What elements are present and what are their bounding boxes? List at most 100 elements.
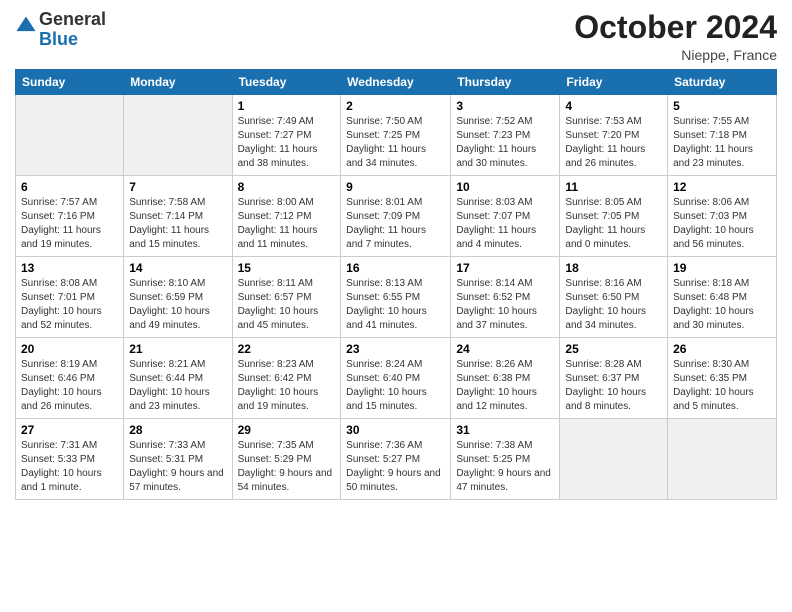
- day-number: 1: [238, 99, 336, 113]
- day-info: Sunrise: 8:28 AM Sunset: 6:37 PM Dayligh…: [565, 358, 662, 414]
- week-row-2: 6 Sunrise: 7:57 AM Sunset: 7:16 PM Daylig…: [16, 176, 777, 257]
- day-number: 28: [129, 423, 226, 437]
- day-number: 27: [21, 423, 118, 437]
- location-subtitle: Nieppe, France: [574, 47, 777, 63]
- week-row-5: 27 Sunrise: 7:31 AM Sunset: 5:33 PM Dayli…: [16, 419, 777, 500]
- week-row-3: 13Sunrise: 8:08 AM Sunset: 7:01 PM Dayli…: [16, 257, 777, 338]
- day-cell: 20Sunrise: 8:19 AM Sunset: 6:46 PM Dayli…: [16, 338, 124, 419]
- day-info: Sunrise: 7:53 AM Sunset: 7:20 PM Dayligh…: [565, 115, 662, 171]
- day-number: 26: [673, 342, 771, 356]
- day-info: Sunrise: 7:50 AM Sunset: 7:25 PM Dayligh…: [346, 115, 445, 171]
- page: General Blue October 2024 Nieppe, France…: [0, 0, 792, 612]
- day-cell: 19Sunrise: 8:18 AM Sunset: 6:48 PM Dayli…: [668, 257, 777, 338]
- day-info: Sunrise: 8:06 AM Sunset: 7:03 PM Dayligh…: [673, 196, 771, 252]
- day-cell: 27 Sunrise: 7:31 AM Sunset: 5:33 PM Dayli…: [16, 419, 124, 500]
- day-number: 9: [346, 180, 445, 194]
- day-info: Sunrise: 7:57 AM Sunset: 7:16 PM Dayligh…: [21, 196, 118, 252]
- col-sunday: Sunday: [16, 70, 124, 95]
- day-info: Sunrise: 8:05 AM Sunset: 7:05 PM Dayligh…: [565, 196, 662, 252]
- day-number: 25: [565, 342, 662, 356]
- day-cell: 11 Sunrise: 8:05 AM Sunset: 7:05 PM Dayli…: [560, 176, 668, 257]
- day-cell: 13Sunrise: 8:08 AM Sunset: 7:01 PM Dayli…: [16, 257, 124, 338]
- day-cell: 14 Sunrise: 8:10 AM Sunset: 6:59 PM Dayli…: [124, 257, 232, 338]
- day-number: 12: [673, 180, 771, 194]
- day-number: 31: [456, 423, 554, 437]
- week-row-1: 1 Sunrise: 7:49 AM Sunset: 7:27 PM Daylig…: [16, 95, 777, 176]
- day-cell: 23 Sunrise: 8:24 AM Sunset: 6:40 PM Dayli…: [341, 338, 451, 419]
- title-area: October 2024 Nieppe, France: [574, 10, 777, 63]
- day-cell: 8Sunrise: 8:00 AM Sunset: 7:12 PM Daylig…: [232, 176, 341, 257]
- day-cell: 30 Sunrise: 7:36 AM Sunset: 5:27 PM Dayli…: [341, 419, 451, 500]
- day-info: Sunrise: 8:21 AM Sunset: 6:44 PM Dayligh…: [129, 358, 226, 414]
- day-cell: 21Sunrise: 8:21 AM Sunset: 6:44 PM Dayli…: [124, 338, 232, 419]
- day-number: 3: [456, 99, 554, 113]
- day-info: Sunrise: 8:24 AM Sunset: 6:40 PM Dayligh…: [346, 358, 445, 414]
- day-info: Sunrise: 8:10 AM Sunset: 6:59 PM Dayligh…: [129, 277, 226, 333]
- day-number: 24: [456, 342, 554, 356]
- day-number: 22: [238, 342, 336, 356]
- day-info: Sunrise: 8:19 AM Sunset: 6:46 PM Dayligh…: [21, 358, 118, 414]
- logo-icon: [15, 15, 37, 37]
- day-number: 11: [565, 180, 662, 194]
- day-info: Sunrise: 7:58 AM Sunset: 7:14 PM Dayligh…: [129, 196, 226, 252]
- day-info: Sunrise: 7:33 AM Sunset: 5:31 PM Dayligh…: [129, 439, 226, 495]
- day-info: Sunrise: 8:16 AM Sunset: 6:50 PM Dayligh…: [565, 277, 662, 333]
- day-number: 4: [565, 99, 662, 113]
- day-cell: 9 Sunrise: 8:01 AM Sunset: 7:09 PM Daylig…: [341, 176, 451, 257]
- day-number: 30: [346, 423, 445, 437]
- day-number: 8: [238, 180, 336, 194]
- day-cell: 3 Sunrise: 7:52 AM Sunset: 7:23 PM Daylig…: [451, 95, 560, 176]
- day-cell: [124, 95, 232, 176]
- day-number: 23: [346, 342, 445, 356]
- day-info: Sunrise: 7:31 AM Sunset: 5:33 PM Dayligh…: [21, 439, 118, 495]
- day-number: 29: [238, 423, 336, 437]
- day-number: 10: [456, 180, 554, 194]
- day-info: Sunrise: 7:55 AM Sunset: 7:18 PM Dayligh…: [673, 115, 771, 171]
- day-info: Sunrise: 8:13 AM Sunset: 6:55 PM Dayligh…: [346, 277, 445, 333]
- day-cell: 18 Sunrise: 8:16 AM Sunset: 6:50 PM Dayli…: [560, 257, 668, 338]
- col-tuesday: Tuesday: [232, 70, 341, 95]
- day-number: 17: [456, 261, 554, 275]
- day-cell: 17 Sunrise: 8:14 AM Sunset: 6:52 PM Dayli…: [451, 257, 560, 338]
- day-number: 16: [346, 261, 445, 275]
- day-cell: 6 Sunrise: 7:57 AM Sunset: 7:16 PM Daylig…: [16, 176, 124, 257]
- day-number: 15: [238, 261, 336, 275]
- day-info: Sunrise: 8:01 AM Sunset: 7:09 PM Dayligh…: [346, 196, 445, 252]
- day-cell: 5Sunrise: 7:55 AM Sunset: 7:18 PM Daylig…: [668, 95, 777, 176]
- day-info: Sunrise: 8:14 AM Sunset: 6:52 PM Dayligh…: [456, 277, 554, 333]
- day-cell: 7Sunrise: 7:58 AM Sunset: 7:14 PM Daylig…: [124, 176, 232, 257]
- header: General Blue October 2024 Nieppe, France: [15, 10, 777, 63]
- calendar-table: Sunday Monday Tuesday Wednesday Thursday…: [15, 69, 777, 500]
- day-cell: 31Sunrise: 7:38 AM Sunset: 5:25 PM Dayli…: [451, 419, 560, 500]
- day-cell: 29Sunrise: 7:35 AM Sunset: 5:29 PM Dayli…: [232, 419, 341, 500]
- day-info: Sunrise: 8:18 AM Sunset: 6:48 PM Dayligh…: [673, 277, 771, 333]
- day-info: Sunrise: 8:23 AM Sunset: 6:42 PM Dayligh…: [238, 358, 336, 414]
- day-info: Sunrise: 7:36 AM Sunset: 5:27 PM Dayligh…: [346, 439, 445, 495]
- calendar-header-row: Sunday Monday Tuesday Wednesday Thursday…: [16, 70, 777, 95]
- logo-text: General Blue: [39, 10, 106, 50]
- day-cell: 26 Sunrise: 8:30 AM Sunset: 6:35 PM Dayli…: [668, 338, 777, 419]
- col-monday: Monday: [124, 70, 232, 95]
- day-number: 14: [129, 261, 226, 275]
- day-number: 18: [565, 261, 662, 275]
- day-info: Sunrise: 8:30 AM Sunset: 6:35 PM Dayligh…: [673, 358, 771, 414]
- logo-blue: Blue: [39, 29, 78, 49]
- day-cell: 4 Sunrise: 7:53 AM Sunset: 7:20 PM Daylig…: [560, 95, 668, 176]
- day-cell: 10 Sunrise: 8:03 AM Sunset: 7:07 PM Dayli…: [451, 176, 560, 257]
- day-cell: [16, 95, 124, 176]
- month-title: October 2024: [574, 10, 777, 45]
- day-cell: 22 Sunrise: 8:23 AM Sunset: 6:42 PM Dayli…: [232, 338, 341, 419]
- day-info: Sunrise: 7:52 AM Sunset: 7:23 PM Dayligh…: [456, 115, 554, 171]
- day-info: Sunrise: 8:26 AM Sunset: 6:38 PM Dayligh…: [456, 358, 554, 414]
- day-info: Sunrise: 7:49 AM Sunset: 7:27 PM Dayligh…: [238, 115, 336, 171]
- day-number: 6: [21, 180, 118, 194]
- week-row-4: 20Sunrise: 8:19 AM Sunset: 6:46 PM Dayli…: [16, 338, 777, 419]
- day-cell: 12 Sunrise: 8:06 AM Sunset: 7:03 PM Dayli…: [668, 176, 777, 257]
- col-wednesday: Wednesday: [341, 70, 451, 95]
- day-info: Sunrise: 8:03 AM Sunset: 7:07 PM Dayligh…: [456, 196, 554, 252]
- day-cell: 24 Sunrise: 8:26 AM Sunset: 6:38 PM Dayli…: [451, 338, 560, 419]
- logo-general: General: [39, 9, 106, 29]
- day-cell: [560, 419, 668, 500]
- day-info: Sunrise: 8:11 AM Sunset: 6:57 PM Dayligh…: [238, 277, 336, 333]
- day-number: 2: [346, 99, 445, 113]
